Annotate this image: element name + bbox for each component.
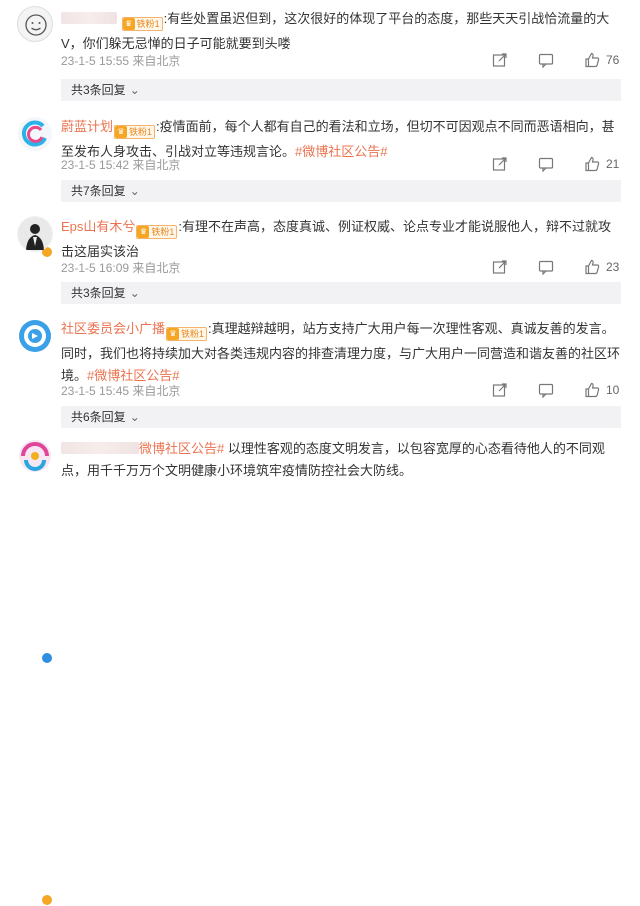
comment-icon[interactable] (538, 259, 554, 275)
comment-icon[interactable] (538, 382, 554, 398)
fan-badge[interactable]: ♛ 铁粉1 (114, 119, 156, 141)
avatar[interactable] (17, 6, 53, 42)
comment-text: ♛ 铁粉1:有些处置虽迟但到，这次很好的体现了平台的态度，那些天天引战恰流量的大V… (61, 11, 610, 51)
comment-icon[interactable] (538, 156, 554, 172)
smiley-avatar-icon (25, 14, 47, 36)
fan-badge[interactable]: ♛ 铁粉1 (136, 219, 178, 241)
comment-text: 社区委员会小广播 ♛ 铁粉1:真理越辩越明，站方支持广大用户每一次理性客观、真诚友善… (61, 321, 621, 383)
topic-link[interactable]: #微博社区公告# (295, 144, 387, 159)
topic-link[interactable]: 微博社区公告# (139, 441, 224, 456)
swirl-avatar-icon (18, 117, 52, 151)
share-icon[interactable] (492, 259, 508, 275)
expand-replies-button[interactable]: 共6条回复 ⌄ (61, 406, 621, 428)
comment-actions: 10 (462, 382, 620, 398)
figure-avatar-icon (18, 217, 52, 251)
username[interactable]: Eps山有木兮 (61, 219, 135, 234)
chevron-down-icon: ⌄ (129, 184, 140, 198)
like-count: 76 (606, 53, 620, 67)
avatar[interactable] (17, 318, 53, 354)
broadcast-avatar-icon (19, 320, 51, 352)
comment-text: Eps山有木兮 ♛ 铁粉1:有理不在声高，态度真诚、例证权威、论点专业才能说服他人，… (61, 219, 612, 259)
comment-actions: 21 (462, 156, 620, 172)
share-icon[interactable] (492, 52, 508, 68)
comment-actions: 76 (462, 52, 620, 68)
comment-meta: 23-1-5 15:45 来自北京 (61, 384, 181, 398)
blurred-username[interactable] (61, 12, 117, 24)
comment-icon[interactable] (538, 52, 554, 68)
username[interactable]: 社区委员会小广播 (61, 321, 165, 336)
expand-replies-button[interactable]: 共3条回复 ⌄ (61, 282, 621, 304)
username[interactable]: 蔚蓝计划 (61, 119, 113, 134)
comment-meta: 23-1-5 15:55 来自北京 (61, 54, 181, 68)
colorful-avatar-icon (19, 440, 51, 472)
crown-icon: ♛ (115, 126, 128, 138)
comment-text: 微博社区公告# 以理性客观的态度文明发言，以包容宽厚的心态看待他人的不同观点，用… (61, 441, 605, 478)
like-count: 10 (606, 383, 620, 397)
avatar[interactable] (17, 116, 53, 152)
chevron-down-icon: ⌄ (129, 286, 140, 300)
topic-link[interactable]: #微博社区公告# (87, 368, 179, 383)
like-count: 21 (606, 157, 620, 171)
avatar[interactable] (17, 438, 53, 474)
like-count: 23 (606, 260, 620, 274)
fan-badge[interactable]: ♛ 铁粉1 (166, 321, 208, 343)
share-icon[interactable] (492, 382, 508, 398)
avatar[interactable] (17, 216, 53, 252)
crown-icon: ♛ (122, 18, 135, 30)
verified-icon (41, 894, 53, 906)
thumbs-up-icon[interactable] (584, 52, 600, 68)
expand-replies-button[interactable]: 共7条回复 ⌄ (61, 180, 621, 202)
thumbs-up-icon[interactable] (584, 382, 600, 398)
expand-replies-button[interactable]: 共3条回复 ⌄ (61, 79, 621, 101)
comment-meta: 23-1-5 15:42 来自北京 (61, 158, 181, 172)
chevron-down-icon: ⌄ (129, 83, 140, 97)
crown-icon: ♛ (167, 328, 180, 340)
share-icon[interactable] (492, 156, 508, 172)
thumbs-up-icon[interactable] (584, 156, 600, 172)
fan-badge[interactable]: ♛ 铁粉1 (121, 11, 163, 33)
crown-icon: ♛ (137, 226, 150, 238)
blurred-username[interactable] (61, 442, 139, 454)
chevron-down-icon: ⌄ (129, 410, 140, 424)
comment-actions: 23 (462, 259, 620, 275)
thumbs-up-icon[interactable] (584, 259, 600, 275)
comment-meta: 23-1-5 16:09 来自北京 (61, 261, 181, 275)
verified-icon (41, 652, 53, 664)
